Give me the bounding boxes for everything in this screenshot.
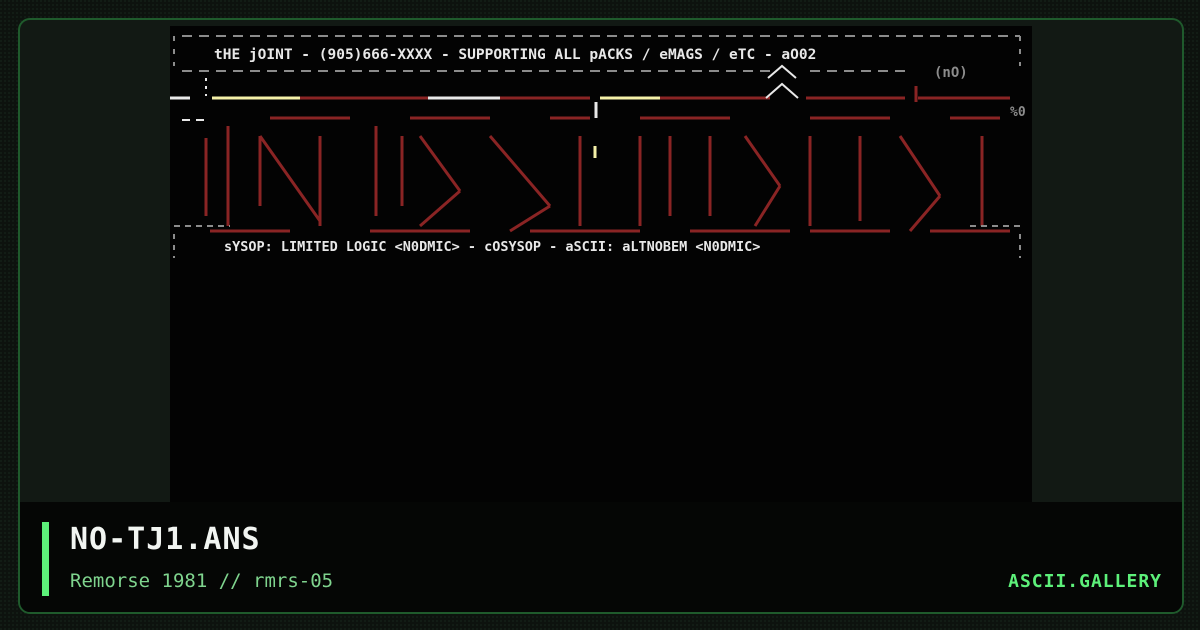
ansi-peak — [767, 64, 797, 79]
ansi-tag-text: (nO) — [934, 65, 968, 81]
page: tHE jOINT - (905)666-XXXX - SUPPORTING A… — [0, 0, 1200, 630]
ansi-header-text: tHE jOINT - (905)666-XXXX - SUPPORTING A… — [214, 47, 816, 63]
ansi-logo — [204, 116, 1010, 233]
accent-bar — [42, 522, 49, 596]
ansi-footer-text: sYSOP: LIMITED LOGIC <N0DMIC> - cOSYSOP … — [224, 239, 760, 255]
ansi-artwork[interactable]: tHE jOINT - (905)666-XXXX - SUPPORTING A… — [170, 26, 1032, 504]
ansi-corner-mark: %0 — [1010, 105, 1026, 120]
brand-link[interactable]: ASCII.GALLERY — [1008, 571, 1162, 592]
file-subtitle: Remorse 1981 // rmrs-05 — [70, 570, 334, 592]
ansi-canvas: tHE jOINT - (905)666-XXXX - SUPPORTING A… — [170, 35, 1026, 258]
card-frame: tHE jOINT - (905)666-XXXX - SUPPORTING A… — [18, 18, 1184, 614]
card-footer: NO-TJ1.ANS Remorse 1981 // rmrs-05 ASCII… — [20, 502, 1182, 612]
file-title: NO-TJ1.ANS — [70, 522, 261, 557]
ansi-bar-peak — [765, 82, 799, 99]
